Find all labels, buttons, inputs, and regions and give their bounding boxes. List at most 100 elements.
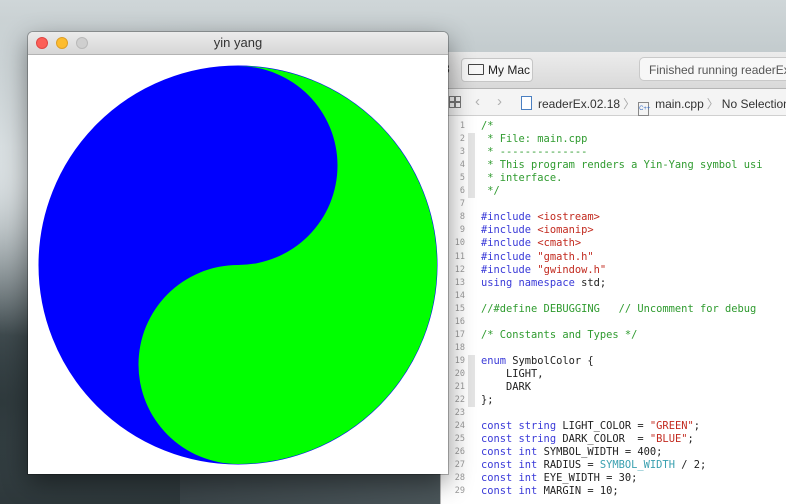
code-line: //#define DEBUGGING // Uncomment for deb… [481,303,756,316]
code-line: #include <iostream> [481,211,600,224]
forward-arrow-icon[interactable]: › [497,93,502,110]
code-line: const string DARK_COLOR = "BLUE"; [481,433,694,446]
window-titlebar[interactable]: yin yang [28,32,448,55]
jumpbar-project[interactable]: readerEx.02.18 [538,97,620,111]
code-line: * File: main.cpp [481,133,587,146]
jumpbar-file[interactable]: main.cpp [655,97,704,111]
project-icon [521,96,532,110]
code-token: SymbolColor { [512,354,594,367]
code-token: #include [481,211,538,224]
code-token: RADIUS = [543,459,600,472]
xcode-toolbar: 8 My Mac Finished running readerEx. [441,52,786,89]
yin-yang-window: yin yang [28,32,448,474]
zoom-button[interactable] [76,37,88,49]
activity-status-field: Finished running readerEx. [639,57,786,81]
code-editor[interactable]: /* * File: main.cpp * -------------- * T… [481,116,786,504]
close-button[interactable] [36,37,48,49]
code-token: <iostream> [537,211,600,224]
code-token: enum [481,354,513,367]
code-token: */ [481,185,500,198]
code-token: / 2; [674,459,707,472]
jumpbar-path: readerEx.02.18 〉 C++ main.cpp 〉 No Selection [521,95,786,116]
code-line: #include "gmath.h" [481,251,594,264]
code-line: const int RADIUS = SYMBOL_WIDTH / 2; [481,459,706,472]
code-token: EYE_WIDTH = 30; [543,472,638,485]
code-token: /* [481,120,494,132]
computer-icon [468,64,484,75]
code-token: std; [581,276,607,289]
code-line: * interface. [481,172,562,185]
code-fold-ribbon[interactable] [468,381,475,394]
code-token: DARK_COLOR = [562,433,650,446]
code-fold-ribbon[interactable] [468,367,475,381]
code-line: /* [481,120,494,133]
code-token: LIGHT_COLOR = [562,420,650,433]
code-token: #include [481,250,538,263]
code-token: const string [481,433,563,446]
code-token: /* Constants and Types */ [481,328,638,341]
line-number: 28 [454,473,465,484]
code-token: "BLUE" [649,433,688,446]
code-line: /* Constants and Types */ [481,329,637,342]
code-token: MARGIN = 10; [543,485,619,498]
code-line: DARK [481,381,531,394]
code-fold-ribbon[interactable] [468,354,475,368]
code-token: #include [481,237,538,250]
code-line: #include "gwindow.h" [481,264,606,277]
yin-yang-dark-eye [223,149,253,179]
code-token: const int [481,446,544,459]
minimize-button[interactable] [56,37,68,49]
code-token: "gmath.h" [537,250,594,263]
code-line: const int MARGIN = 10; [481,485,619,498]
code-line: const int EYE_WIDTH = 30; [481,472,637,485]
code-fold-ribbon[interactable] [468,133,475,147]
code-line: * This program renders a Yin-Yang symbol… [481,159,763,172]
code-line: */ [481,185,500,198]
code-line: }; [481,394,494,407]
code-token: SYMBOL_WIDTH [599,459,675,472]
desktop-strip [180,470,442,504]
code-token: const int [481,472,544,485]
code-line: LIGHT, [481,368,544,381]
line-number: 29 [454,486,465,497]
cpp-file-icon: C++ [638,102,650,116]
run-destination-button[interactable]: My Mac [461,58,533,82]
code-fold-ribbon[interactable] [468,185,475,199]
code-line: #include <iomanip> [481,224,594,237]
xcode-window: 8 My Mac Finished running readerEx. ‹ › … [440,52,786,504]
code-token: DARK [481,381,532,393]
code-token: * -------------- [481,146,588,159]
code-fold-ribbon[interactable] [468,159,475,173]
code-token: const string [481,420,563,433]
back-arrow-icon[interactable]: ‹ [475,93,480,110]
code-line: const string LIGHT_COLOR = "GREEN"; [481,420,700,433]
code-token: ; [687,433,694,446]
code-fold-ribbon[interactable] [468,172,475,186]
related-items-icon[interactable] [449,96,461,108]
code-token: #include [481,224,538,237]
code-token: const int [481,485,544,498]
code-token: <cmath> [537,237,582,250]
code-token: "GREEN" [649,420,694,433]
code-line: using namespace std; [481,277,606,290]
code-fold-ribbon[interactable] [468,394,475,408]
graphics-canvas [28,55,448,474]
code-token: <iomanip> [537,224,594,237]
jumpbar-selection[interactable]: No Selection [722,97,786,111]
code-token: * interface. [481,172,563,185]
code-token: }; [481,394,494,407]
jump-bar: ‹ › readerEx.02.18 〉 C++ main.cpp 〉 No Select… [441,89,786,116]
code-token: ; [693,420,700,433]
code-token: * This program renders a Yin-Yang symbol… [481,159,763,172]
code-token: //#define DEBUGGING // Uncomment for deb… [481,302,757,315]
code-token: SYMBOL_WIDTH = 400; [543,446,663,459]
code-fold-ribbon[interactable] [468,146,475,160]
yin-yang-light-eye [223,349,253,379]
code-token: * File: main.cpp [481,133,588,146]
run-destination-label: My Mac [488,63,530,77]
code-token: "gwindow.h" [537,263,607,276]
code-token: using namespace [481,276,582,289]
code-line: enum SymbolColor { [481,355,594,368]
code-line: * -------------- [481,146,587,159]
code-token: #include [481,263,538,276]
